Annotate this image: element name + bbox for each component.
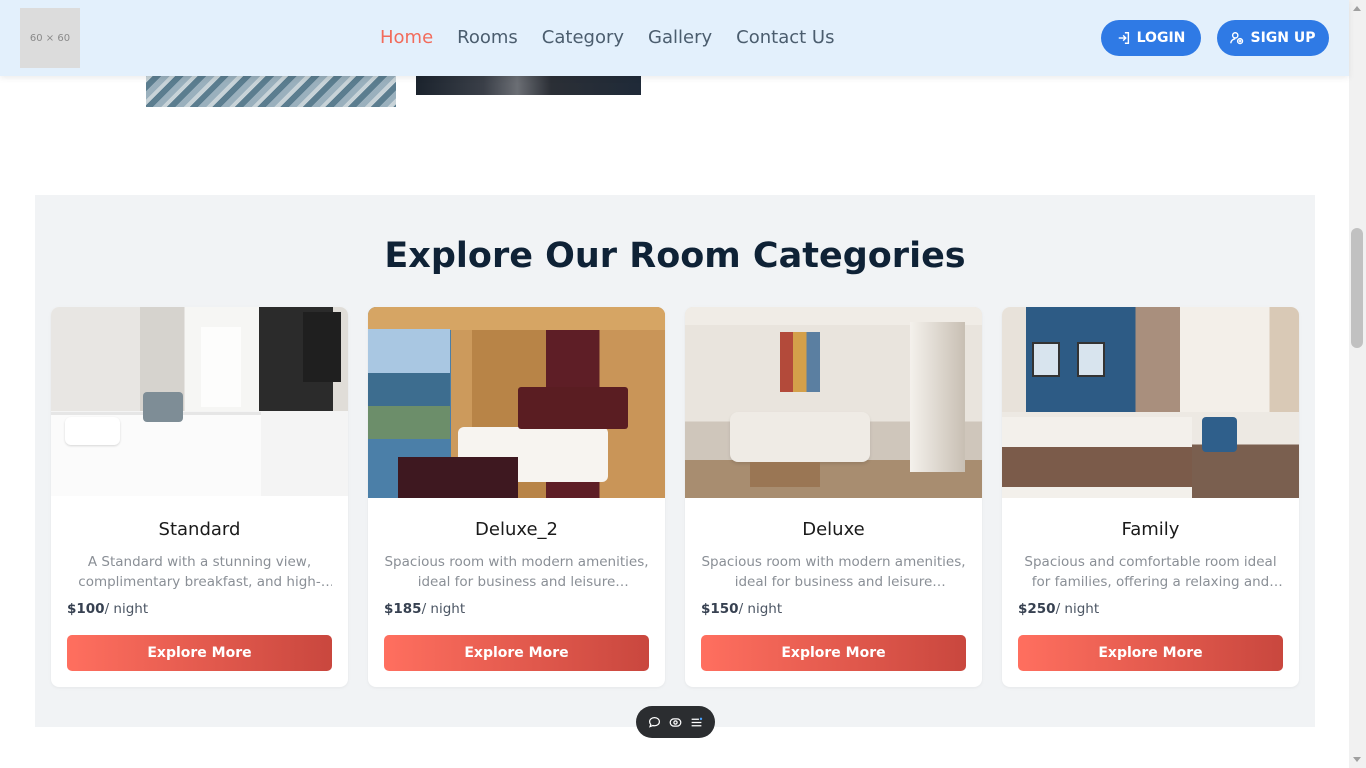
category-description: Spacious room with modern amenities, ide… — [701, 554, 966, 590]
category-card-family: Family Spacious and comfortable room ide… — [1002, 307, 1299, 687]
category-card-deluxe-2: Deluxe_2 Spacious room with modern ameni… — [368, 307, 665, 687]
scroll-thumb[interactable] — [1351, 228, 1363, 348]
signup-label: SIGN UP — [1250, 30, 1316, 46]
section-title: Explore Our Room Categories — [384, 236, 966, 276]
scroll-up-arrow-icon[interactable] — [1353, 6, 1361, 11]
category-price: $185/ night — [384, 601, 465, 617]
nav-home[interactable]: Home — [380, 27, 433, 48]
nav-category[interactable]: Category — [542, 27, 624, 48]
category-price: $250/ night — [1018, 601, 1099, 617]
category-name: Family — [1121, 519, 1180, 540]
nav-rooms[interactable]: Rooms — [457, 27, 518, 48]
explore-more-button[interactable]: Explore More — [701, 635, 966, 671]
price-unit: / night — [738, 601, 783, 617]
room-categories-section: Explore Our Room Categories Standard A S… — [35, 195, 1315, 727]
logo-placeholder[interactable]: 60 × 60 — [20, 8, 80, 68]
category-card-deluxe: Deluxe Spacious room with modern ameniti… — [685, 307, 982, 687]
explore-more-button[interactable]: Explore More — [384, 635, 649, 671]
price-value: $185 — [384, 601, 422, 617]
explore-more-button[interactable]: Explore More — [67, 635, 332, 671]
category-description: A Standard with a stunning view, complim… — [78, 554, 321, 590]
category-name: Standard — [158, 519, 241, 540]
scroll-down-arrow-icon[interactable] — [1353, 757, 1361, 762]
price-value: $250 — [1018, 601, 1056, 617]
menu-list-icon[interactable] — [689, 714, 705, 730]
signup-button[interactable]: SIGN UP — [1217, 20, 1329, 56]
category-price: $150/ night — [701, 601, 782, 617]
price-value: $150 — [701, 601, 739, 617]
room-image-standard — [51, 307, 348, 496]
category-description: Spacious room with modern amenities, ide… — [384, 554, 649, 590]
room-image-deluxe-2 — [368, 307, 665, 498]
room-image-deluxe — [685, 307, 982, 498]
login-label: LOGIN — [1136, 30, 1186, 46]
explore-more-button[interactable]: Explore More — [1018, 635, 1283, 671]
page-scrollbar[interactable] — [1349, 0, 1366, 768]
main-nav: Home Rooms Category Gallery Contact Us — [380, 27, 834, 48]
category-price: $100/ night — [67, 601, 148, 617]
room-image-family — [1002, 307, 1299, 498]
category-card-standard: Standard A Standard with a stunning view… — [51, 307, 348, 687]
add-user-icon — [1230, 32, 1244, 45]
login-button[interactable]: LOGIN — [1101, 20, 1201, 56]
category-description: Spacious and comfortable room ideal for … — [1024, 554, 1277, 590]
price-value: $100 — [67, 601, 105, 617]
price-unit: / night — [104, 601, 149, 617]
comment-icon[interactable] — [647, 714, 663, 730]
eye-icon[interactable] — [668, 714, 684, 730]
price-unit: / night — [421, 601, 466, 617]
category-name: Deluxe_2 — [475, 519, 558, 540]
login-icon — [1118, 32, 1129, 44]
nav-gallery[interactable]: Gallery — [648, 27, 712, 48]
nav-contact-us[interactable]: Contact Us — [736, 27, 834, 48]
floating-toolbar — [636, 706, 715, 738]
site-header: 60 × 60 Home Rooms Category Gallery Cont… — [0, 0, 1349, 76]
price-unit: / night — [1055, 601, 1100, 617]
category-name: Deluxe — [802, 519, 865, 540]
